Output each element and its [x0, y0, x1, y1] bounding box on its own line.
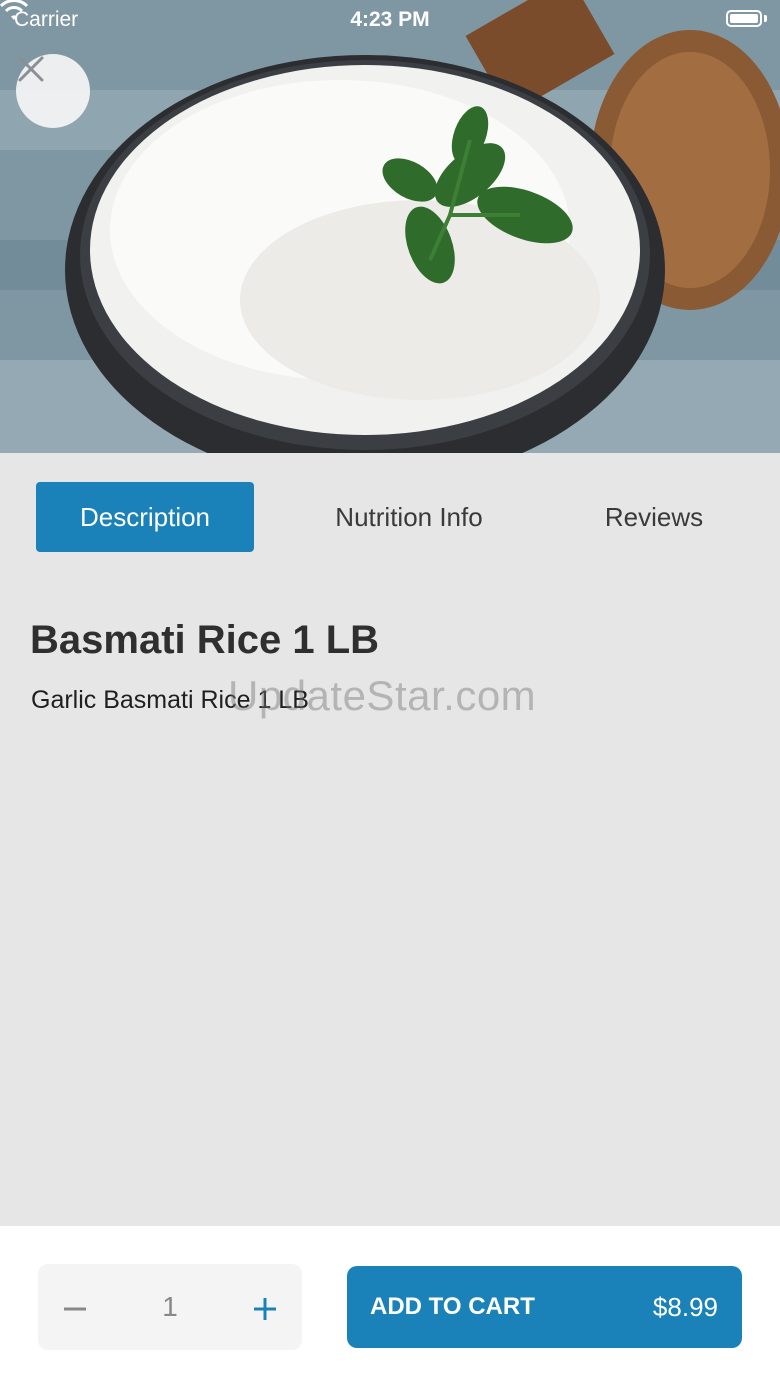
status-bar: Carrier 4:23 PM: [0, 0, 780, 40]
add-to-cart-button[interactable]: ADD TO CART $8.99: [347, 1266, 742, 1348]
tab-reviews[interactable]: Reviews: [556, 482, 752, 552]
add-to-cart-label: ADD TO CART: [370, 1293, 535, 1320]
quantity-value: 1: [162, 1291, 178, 1322]
tab-description[interactable]: Description: [36, 482, 254, 552]
clock: 4:23 PM: [350, 8, 430, 31]
decrement-button[interactable]: [38, 1264, 112, 1350]
bottom-action-bar: 1 ADD TO CART $8.99: [0, 1226, 780, 1387]
product-image: Carrier 4:23 PM: [0, 0, 780, 453]
battery-cap: [764, 15, 767, 22]
increment-button[interactable]: [228, 1264, 302, 1350]
close-button[interactable]: [16, 54, 90, 128]
tab-nutrition-info[interactable]: Nutrition Info: [300, 482, 518, 552]
product-title: Basmati Rice 1 LB: [30, 618, 380, 662]
close-icon: [18, 56, 44, 82]
rice-bowl-illustration: [0, 0, 780, 453]
plus-icon: [254, 1298, 276, 1321]
watermark: UpdateStar.com: [228, 672, 537, 719]
minus-icon: [64, 1307, 86, 1311]
quantity-stepper: 1: [38, 1264, 302, 1350]
battery-icon: [726, 10, 762, 27]
price-label: $8.99: [652, 1292, 718, 1322]
tab-bar: Description Nutrition Info Reviews: [0, 482, 780, 552]
